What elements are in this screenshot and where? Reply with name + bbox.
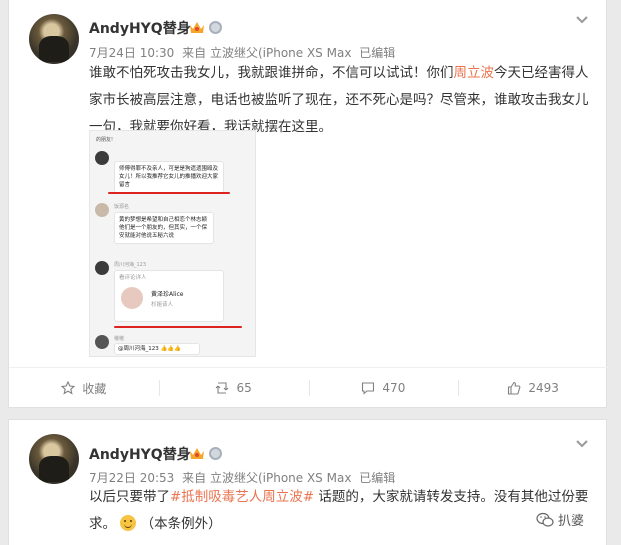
- image-avatar: [95, 261, 109, 275]
- medal-icon[interactable]: [209, 447, 222, 460]
- repost-count: 65: [236, 381, 252, 395]
- comment-icon: [362, 382, 375, 395]
- comment-count: 470: [382, 381, 406, 395]
- star-icon: [61, 381, 76, 395]
- image-avatar: [95, 203, 109, 217]
- favorite-button[interactable]: 收藏: [9, 368, 159, 408]
- vip-crown-icon[interactable]: [189, 20, 205, 34]
- image-card-sub: 杉姐该人: [151, 302, 174, 308]
- repost-button[interactable]: 65: [158, 368, 309, 408]
- vip-crown-icon[interactable]: [189, 446, 205, 460]
- wechat-icon: [536, 512, 554, 527]
- post-text: 谁敢不怕死攻击我女儿，我就跟谁拼命，不信可以试试！你们周立波今天已经害得人家市长…: [89, 60, 594, 141]
- post-edited[interactable]: 已编辑: [359, 46, 395, 60]
- post-text-part: 以后只要带了: [89, 489, 170, 505]
- watermark: 扒婆: [536, 510, 584, 529]
- medal-icon[interactable]: [209, 21, 222, 34]
- smile-emoji-icon: [120, 515, 137, 531]
- watermark-text: 扒婆: [558, 514, 585, 529]
- post-text-part: 谁敢不怕死攻击我女儿，我就跟谁拼命，不信可以试试！你们: [89, 65, 454, 81]
- repost-icon: [216, 382, 229, 394]
- image-username: 周川河海_123: [114, 262, 147, 268]
- image-card-caption: 看评论详人: [119, 275, 147, 281]
- username[interactable]: AndyHYQ替身: [89, 444, 191, 464]
- action-bar: 收藏 65 470 2493: [9, 368, 608, 408]
- image-card-name: 黄泽珍Alice: [151, 291, 184, 298]
- image-username: 嗷嗷: [114, 336, 125, 342]
- username[interactable]: AndyHYQ替身: [89, 18, 191, 38]
- post-edited[interactable]: 已编辑: [359, 471, 395, 485]
- post-source[interactable]: 来自 立波继父(iPhone XS Max: [182, 46, 351, 60]
- post-date[interactable]: 7月24日 10:30: [89, 46, 174, 60]
- favorite-label: 收藏: [82, 381, 107, 396]
- image-username: 饭源名: [114, 204, 130, 210]
- weibo-post-card: AndyHYQ替身 7月22日 20:53 来自 立波继父(iPhone XS …: [8, 419, 607, 545]
- red-underline: [108, 192, 230, 194]
- hashtag-link[interactable]: #抵制吸毒艺人周立波#: [170, 489, 314, 505]
- chevron-down-icon[interactable]: [576, 438, 588, 450]
- comment-button[interactable]: 470: [308, 368, 459, 408]
- post-image[interactable]: 的朋友! 师傅得罪不及亲人，可是是狗遗遗围殴及女儿！所以我推荐它女儿的推播欢迎大…: [89, 130, 256, 357]
- like-count: 2493: [528, 381, 559, 395]
- image-message: @周川河海_123 👍👍👍: [114, 343, 200, 355]
- post-text: 以后只要带了#抵制吸毒艺人周立波# 话题的，大家就请转发支持。没有其他过份要求。…: [89, 484, 594, 538]
- image-card-avatar: [121, 287, 143, 309]
- red-underline: [114, 326, 242, 328]
- image-message: 师傅得罪不及亲人，可是是狗遗遗围殴及女儿！所以我推荐它女儿的推播欢迎大家留言: [114, 161, 224, 193]
- image-card: 看评论详人 黄泽珍Alice 杉姐该人: [114, 270, 224, 322]
- image-top-label: 的朋友!: [96, 137, 114, 143]
- image-avatar: [95, 151, 109, 165]
- mention-link[interactable]: 周立波: [454, 65, 495, 81]
- thumbs-up-icon: [508, 381, 521, 395]
- image-avatar: [95, 335, 109, 349]
- image-message: 黄的梦想是希望和自己相恋个林志颖他们是一个朋友的，但其实，一个保安就能对他说五秘…: [114, 212, 214, 244]
- avatar[interactable]: [29, 434, 79, 484]
- post-meta: 7月24日 10:30 来自 立波继父(iPhone XS Max 已编辑: [89, 44, 399, 61]
- chevron-down-icon[interactable]: [576, 14, 588, 26]
- weibo-post-card: AndyHYQ替身 7月24日 10:30 来自 立波继父(iPhone XS …: [8, 0, 608, 408]
- post-date[interactable]: 7月22日 20:53: [89, 471, 174, 485]
- post-source[interactable]: 来自 立波继父(iPhone XS Max: [182, 471, 351, 485]
- like-button[interactable]: 2493: [458, 368, 608, 408]
- post-text-part: （本条例外）: [140, 516, 222, 532]
- avatar[interactable]: [29, 14, 79, 64]
